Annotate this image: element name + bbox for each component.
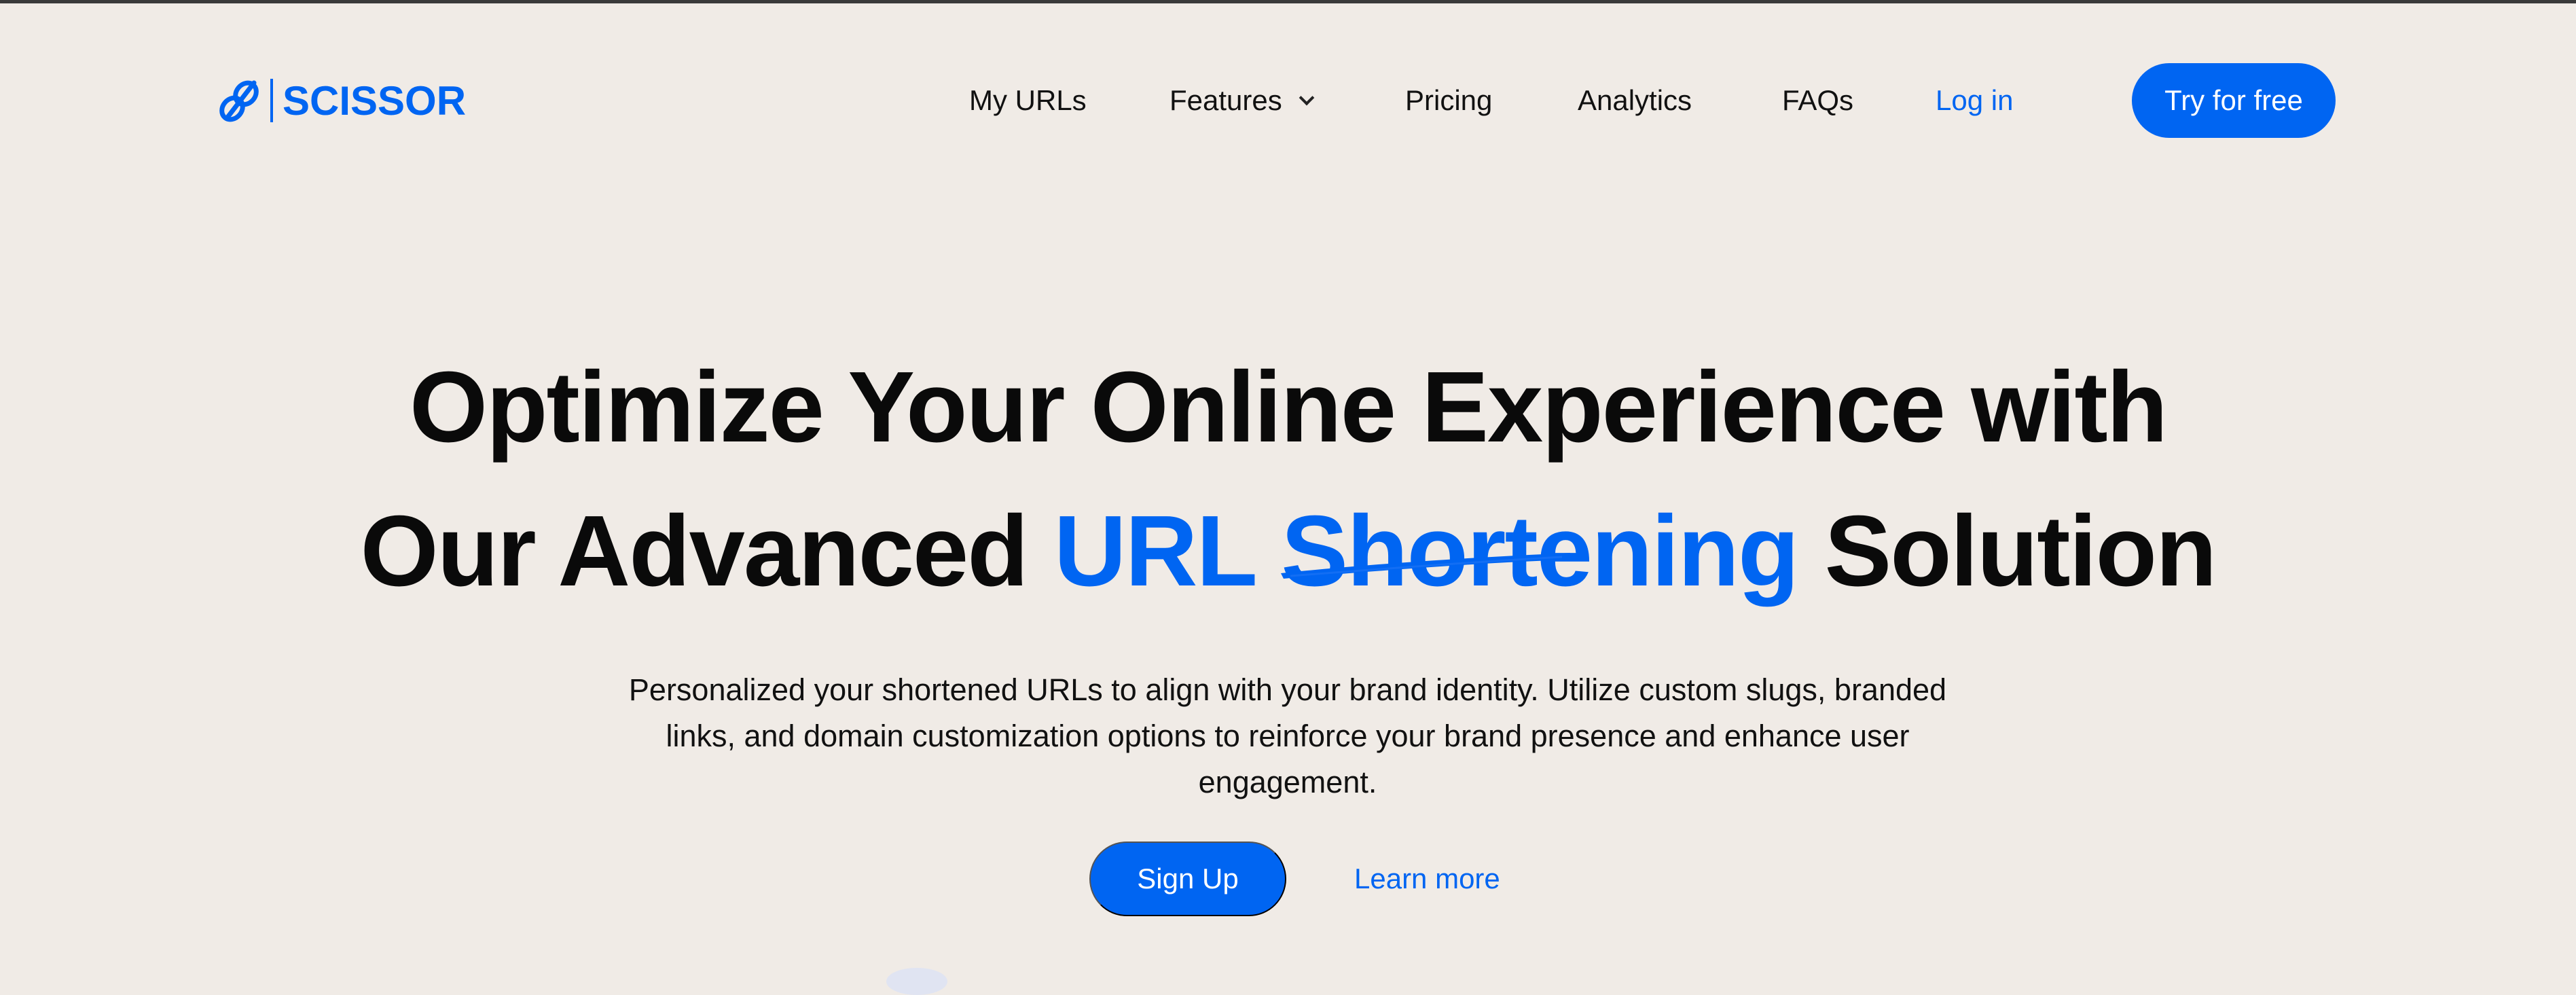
brush-underline-decoration [1281, 553, 1570, 579]
hero-title-line1: Optimize Your Online Experience with [409, 351, 2168, 464]
nav-item-analytics[interactable]: Analytics [1578, 73, 1692, 128]
learn-more-link[interactable]: Learn more [1354, 852, 1500, 906]
decorative-blob [886, 968, 947, 995]
nav-item-features[interactable]: Features [1169, 73, 1315, 128]
site-header: SCISSOR My URLs Features Pricing Analyti… [0, 0, 2576, 204]
nav-item-my-urls[interactable]: My URLs [969, 73, 1087, 128]
chevron-down-icon [1299, 90, 1315, 106]
login-link[interactable]: Log in [1936, 73, 2013, 128]
hero-title-line2-prefix: Our Advanced [360, 495, 1054, 608]
nav-item-features-label: Features [1169, 84, 1282, 116]
nav-item-pricing[interactable]: Pricing [1405, 73, 1492, 128]
hero-subtitle: Personalized your shortened URLs to alig… [628, 672, 1947, 799]
try-for-free-button[interactable]: Try for free [2132, 63, 2336, 138]
hero-title-line2-suffix: Solution [1798, 495, 2217, 608]
sign-up-button[interactable]: Sign Up [1089, 842, 1286, 916]
nav-item-faqs[interactable]: FAQs [1782, 73, 1853, 128]
